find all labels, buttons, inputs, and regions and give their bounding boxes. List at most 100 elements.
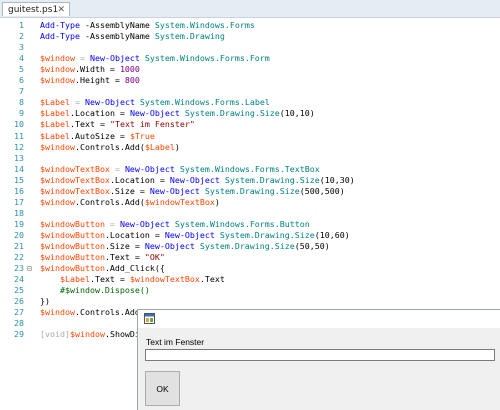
- form-textbox[interactable]: [145, 349, 495, 361]
- code-text: $Label.AutoSize = $True: [40, 131, 155, 142]
- code-line: 11 $Label.AutoSize = $True: [0, 131, 500, 142]
- code-token: =: [69, 97, 85, 108]
- code-token: =: [104, 218, 120, 229]
- code-line: 13: [0, 153, 500, 164]
- code-token: (10,30): [319, 174, 355, 185]
- code-token: $window: [40, 53, 75, 64]
- line-number: 18: [14, 207, 24, 218]
- tab-title: guitest.ps1: [8, 5, 59, 15]
- code-line: 7: [0, 86, 500, 97]
- code-token: System.Windows.Forms.Button: [169, 218, 310, 229]
- code-token: -AssemblyName: [79, 20, 155, 30]
- code-line: 12 $window.Controls.Add($Label): [0, 142, 500, 153]
- code-token: .Text =: [104, 252, 145, 263]
- code-token: New-Object: [129, 108, 180, 119]
- code-line: 4 $window = New-Object System.Windows.For…: [0, 53, 500, 64]
- code-line: 22 $windowButton.Text = "OK": [0, 252, 500, 263]
- code-token: $windowButton: [40, 252, 105, 263]
- line-number: 29: [14, 329, 24, 340]
- code-text: $window.Width = 1000: [40, 64, 140, 75]
- code-line: 1 Add-Type -AssemblyName System.Windows.F…: [0, 20, 500, 31]
- code-text: $windowButton = New-Object System.Window…: [40, 219, 310, 230]
- code-text: $windowButton.Text = "OK": [40, 252, 165, 263]
- line-number: 6: [19, 75, 24, 86]
- code-token: $window: [40, 196, 75, 207]
- code-token: New-Object: [149, 185, 200, 196]
- code-token: $Label: [40, 97, 70, 108]
- code-token: System.Drawing.Size: [199, 185, 300, 196]
- code-token: .Add_Click({: [104, 263, 165, 274]
- code-text: $Label.Text = $windowTextBox.Text: [40, 274, 225, 285]
- line-number: 14: [14, 163, 24, 174]
- line-number: 5: [19, 64, 24, 75]
- line-number: 24: [14, 274, 24, 285]
- line-number: 7: [19, 86, 24, 97]
- tab-close-icon[interactable]: ✕: [57, 3, 65, 17]
- code-line: 16 $windowTextBox.Size = New-Object Syste…: [0, 186, 500, 197]
- line-number: 8: [19, 97, 24, 108]
- code-token: "Text im Fenster": [109, 119, 195, 130]
- code-token: New-Object: [144, 241, 195, 251]
- code-token: .Text =: [89, 274, 130, 285]
- code-token: $window: [40, 307, 75, 318]
- line-number: 15: [14, 174, 24, 185]
- line-number: 22: [14, 252, 24, 263]
- code-token: $windowTextBox: [144, 196, 215, 207]
- line-number: 19: [14, 218, 24, 229]
- code-token: =: [109, 163, 125, 174]
- code-token: .Location =: [69, 108, 130, 119]
- code-text: $window.Controls.Add($windowTextBox): [40, 197, 220, 208]
- code-line: 20 $windowButton.Location = New-Object Sy…: [0, 230, 500, 241]
- code-token: $windowTextBox: [129, 274, 200, 285]
- code-text: $window = New-Object System.Windows.Form…: [40, 53, 270, 64]
- code-token: New-Object: [119, 218, 170, 229]
- code-text: $windowButton.Add_Click({: [40, 263, 165, 274]
- code-token: [void]: [40, 329, 70, 340]
- line-number: 2: [19, 31, 24, 42]
- form-label: Text im Fenster: [146, 337, 205, 347]
- code-line: 14 $windowTextBox = New-Object System.Win…: [0, 164, 500, 175]
- ok-button[interactable]: OK: [145, 371, 180, 406]
- code-token: $window: [40, 141, 75, 152]
- code-token: System.Windows.Forms.Form: [139, 53, 270, 64]
- code-token: .Location =: [109, 174, 170, 185]
- code-token: -AssemblyName: [79, 31, 155, 42]
- code-token: .Size =: [109, 185, 150, 196]
- line-number: 25: [14, 285, 24, 296]
- code-token: $windowButton: [40, 229, 105, 240]
- code-token: }): [40, 296, 50, 307]
- code-token: .AutoSize =: [69, 130, 130, 141]
- code-token: (10,60): [314, 229, 350, 240]
- code-token: (500,500): [299, 185, 345, 196]
- code-token: .Width =: [74, 64, 120, 75]
- code-token: "OK": [144, 252, 165, 263]
- code-token: #$window.Dispose(): [40, 285, 150, 296]
- line-number: 3: [19, 42, 24, 53]
- line-number: 23: [14, 263, 24, 274]
- code-text: #$window.Dispose(): [40, 285, 150, 296]
- code-token: System.Drawing.Size: [194, 241, 295, 251]
- tab-guitest[interactable]: guitest.ps1 ✕: [2, 2, 70, 16]
- code-line: 15 $windowTextBox.Location = New-Object S…: [0, 175, 500, 186]
- line-number: 28: [14, 318, 24, 329]
- code-line: 6 $window.Height = 800: [0, 75, 500, 86]
- code-text: $Label.Location = New-Object System.Draw…: [40, 108, 315, 119]
- code-token: System.Windows.Forms: [154, 20, 255, 30]
- code-text: $windowTextBox.Size = New-Object System.…: [40, 186, 345, 197]
- code-text: $windowTextBox.Location = New-Object Sys…: [40, 175, 355, 186]
- code-token: New-Object: [84, 97, 135, 108]
- code-token: $windowButton: [40, 218, 105, 229]
- code-token: $Label: [40, 119, 70, 130]
- window-title-bar[interactable]: [138, 310, 500, 328]
- code-line: 9 $Label.Location = New-Object System.Dra…: [0, 108, 500, 119]
- collapse-icon[interactable]: ⊟: [27, 263, 35, 274]
- code-line: 18: [0, 208, 500, 219]
- code-text: }): [40, 296, 50, 307]
- code-text: Add-Type -AssemblyName System.Drawing: [40, 31, 225, 42]
- line-number: 13: [14, 152, 24, 163]
- code-token: New-Object: [164, 229, 215, 240]
- code-text: $Label = New-Object System.Windows.Forms…: [40, 97, 270, 108]
- code-token: (10,10): [279, 108, 315, 119]
- code-text: $windowTextBox = New-Object System.Windo…: [40, 164, 320, 175]
- code-line: 3: [0, 42, 500, 53]
